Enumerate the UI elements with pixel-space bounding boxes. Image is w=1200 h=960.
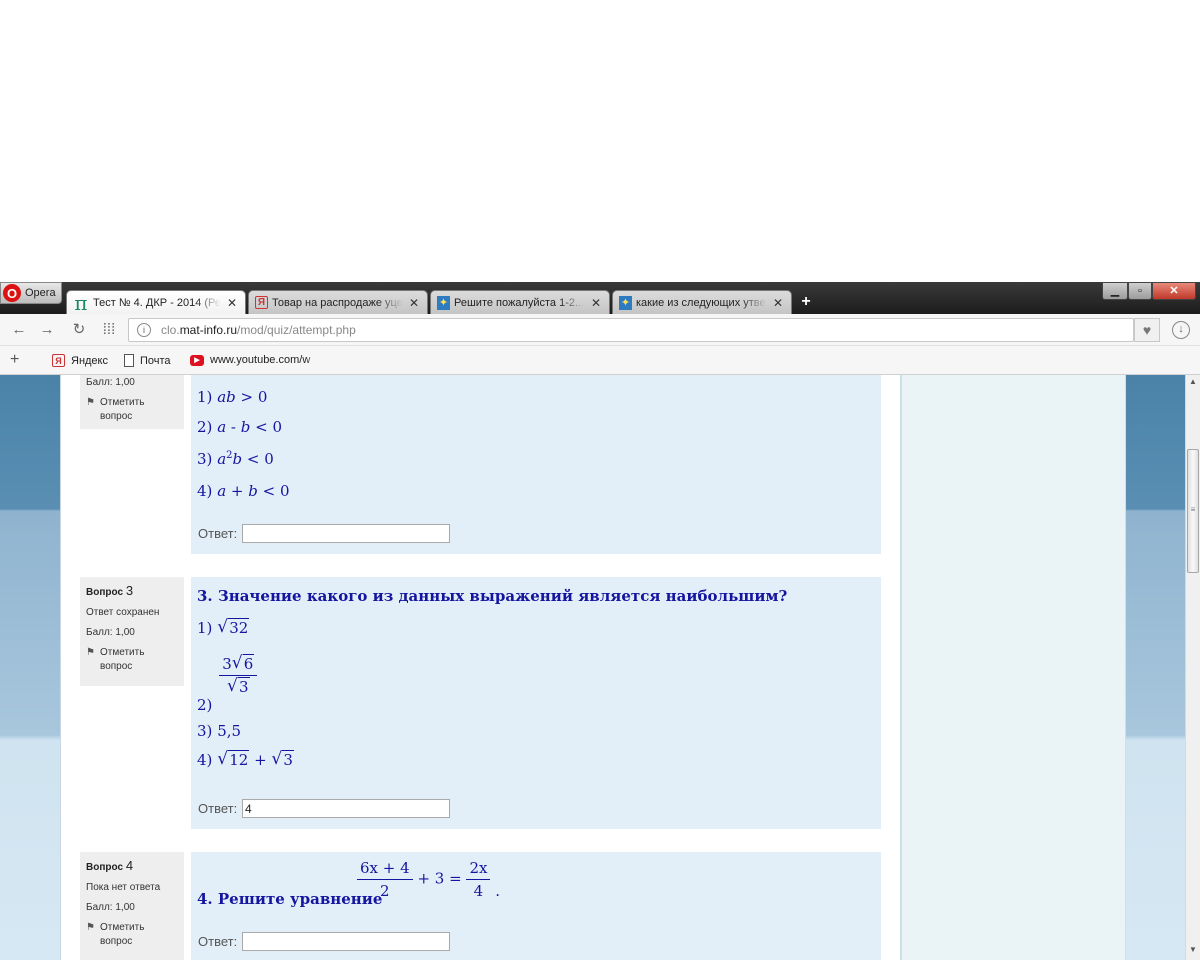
option-4: 4) 12 + 3 — [197, 749, 294, 769]
flag-label: Отметить вопрос — [100, 922, 145, 948]
question-score: Балл: 1,00 — [86, 627, 135, 639]
answer-input[interactable] — [242, 932, 450, 951]
pi-icon: π — [74, 290, 88, 314]
tab[interactable]: Я Товар на распродаже уце ✕ — [248, 290, 428, 314]
tab-bar: O Opera π Тест № 4. ДКР - 2014 (Реп ✕ Я … — [0, 282, 1200, 314]
navigation-toolbar: ← → ↻ ⁞⁞⁞ i clo.mat-info.ru/mod/quiz/att… — [0, 314, 1200, 346]
url-domain: mat-info.ru — [179, 323, 238, 337]
window-close-button[interactable]: ✕ — [1152, 282, 1196, 300]
bookmark-mail[interactable]: Почта — [124, 354, 171, 367]
vertical-scrollbar[interactable]: ▲ ≡ ▼ — [1185, 375, 1200, 960]
tab-active[interactable]: π Тест № 4. ДКР - 2014 (Реп ✕ — [66, 290, 246, 314]
question-box-2: 1) ab > 0 2) a - b < 0 3) a2b < 0 4) a +… — [191, 375, 881, 554]
page-viewport: Балл: 1,00 ⚑ Отметить вопрос 1) ab > 0 2… — [0, 375, 1200, 960]
bookmark-label: Почта — [140, 354, 171, 367]
option-2: 2) a - b < 0 — [197, 418, 283, 436]
bookmark-yandex[interactable]: Я Яндекс — [52, 354, 108, 367]
question-info-2: Балл: 1,00 ⚑ Отметить вопрос — [80, 375, 184, 429]
flag-question-link[interactable]: ⚑ Отметить вопрос — [86, 396, 178, 424]
option-3: 3) 5,5 — [197, 722, 242, 740]
url-path: /mod/quiz/attempt.php — [237, 323, 356, 337]
tab-title: какие из следующих утве — [636, 296, 766, 309]
opera-label: Opera — [25, 287, 56, 299]
close-icon[interactable]: ✕ — [407, 296, 421, 310]
flag-label: Отметить вопрос — [100, 397, 145, 422]
document-icon — [124, 354, 134, 367]
scroll-down-icon[interactable]: ▼ — [1186, 945, 1200, 957]
flag-question-link[interactable]: ⚑ Отметить вопрос — [86, 646, 178, 674]
flag-icon: ⚑ — [86, 397, 95, 408]
tab-title: Товар на распродаже уце — [272, 296, 403, 309]
flag-icon: ⚑ — [86, 922, 95, 934]
add-bookmark-icon[interactable]: + — [10, 351, 19, 369]
flag-question-link[interactable]: ⚑ Отметить вопрос — [86, 921, 178, 949]
youtube-icon: ▶ — [190, 354, 204, 366]
url-prefix: clo. — [161, 323, 180, 337]
question-box-4: 4. Решите уравнение 6x + 4 2 + 3 = 2x 4 … — [191, 852, 881, 960]
maximize-button[interactable]: ▫ — [1128, 282, 1152, 300]
tab[interactable]: ✦ какие из следующих утве ✕ — [612, 290, 792, 314]
bookmark-label: www.youtube.com/w — [210, 354, 311, 366]
grip-icon: ≡ — [1190, 505, 1196, 514]
back-arrow-icon[interactable]: ← — [10, 321, 28, 339]
blank-area — [0, 0, 1200, 282]
option-2: 2) 36 3 — [197, 653, 258, 714]
question-score: Балл: 1,00 — [86, 902, 135, 914]
download-icon[interactable]: ↓ — [1172, 321, 1190, 339]
option-1: 1) ab > 0 — [197, 388, 268, 406]
question-status: Ответ сохранен — [86, 607, 160, 619]
new-tab-button[interactable]: + — [796, 292, 816, 312]
bird-icon: ✦ — [619, 295, 632, 310]
answer-label: Ответ: — [198, 934, 238, 949]
scroll-up-icon[interactable]: ▲ — [1186, 377, 1200, 389]
option-3: 3) a2b < 0 — [197, 450, 274, 468]
yandex-icon: Я — [52, 354, 65, 367]
forward-arrow-icon[interactable]: → — [38, 321, 56, 339]
answer-label: Ответ: — [198, 801, 238, 816]
site-info-icon[interactable]: i — [137, 323, 151, 337]
bookmark-label: Яндекс — [71, 354, 108, 367]
url-text[interactable]: clo.mat-info.ru/mod/quiz/attempt.php — [161, 323, 356, 337]
question-status: Пока нет ответа — [86, 882, 161, 894]
scrollbar-thumb[interactable]: ≡ — [1187, 449, 1199, 573]
close-icon[interactable]: ✕ — [589, 296, 603, 310]
speed-dial-grid-icon[interactable]: ⁞⁞⁞ — [100, 321, 118, 339]
flag-label: Отметить вопрос — [100, 647, 145, 673]
opera-logo-icon: O — [3, 284, 21, 302]
question-text: 4. Решите уравнение — [197, 890, 383, 908]
quiz-navigation-panel — [900, 375, 1126, 960]
close-icon[interactable]: ✕ — [771, 296, 785, 310]
address-bar[interactable]: i clo.mat-info.ru/mod/quiz/attempt.php — [128, 318, 1134, 342]
question-box-3: 3. Значение какого из данных выражений я… — [191, 577, 881, 829]
tab-title: Решите пожалуйста 1-2... — [454, 296, 585, 309]
question-info-4: Вопрос 4 Пока нет ответа Балл: 1,00 ⚑ От… — [80, 852, 184, 960]
bookmark-youtube[interactable]: ▶ www.youtube.com/w — [190, 354, 322, 366]
flag-icon: ⚑ — [86, 647, 95, 659]
question-number: Вопрос 4 — [86, 858, 134, 873]
option-1: 1) 32 — [197, 617, 250, 637]
reload-icon[interactable]: ↻ — [70, 321, 88, 339]
bookmarks-bar: + Я Яндекс Почта ▶ www.youtube.com/w — [0, 346, 1200, 375]
bird-icon: ✦ — [437, 295, 450, 310]
close-icon[interactable]: ✕ — [225, 296, 239, 310]
question-text: 3. Значение какого из данных выражений я… — [197, 587, 788, 605]
answer-input[interactable] — [242, 524, 450, 543]
answer-input[interactable] — [242, 799, 450, 818]
question-score: Балл: 1,00 — [86, 377, 135, 388]
tab[interactable]: ✦ Решите пожалуйста 1-2... ✕ — [430, 290, 610, 314]
yandex-icon: Я — [255, 296, 268, 309]
tab-title: Тест № 4. ДКР - 2014 (Реп — [93, 296, 221, 309]
question-number: Вопрос 3 — [86, 583, 134, 598]
question-info-3: Вопрос 3 Ответ сохранен Балл: 1,00 ⚑ Отм… — [80, 577, 184, 686]
minimize-button[interactable]: ▁ — [1102, 282, 1128, 300]
heart-icon[interactable]: ♥ — [1134, 318, 1160, 342]
option-4: 4) a + b < 0 — [197, 482, 290, 500]
answer-label: Ответ: — [198, 526, 238, 541]
equation: 6x + 4 2 + 3 = 2x 4 . — [357, 859, 500, 900]
opera-menu-button[interactable]: O Opera — [0, 282, 62, 304]
